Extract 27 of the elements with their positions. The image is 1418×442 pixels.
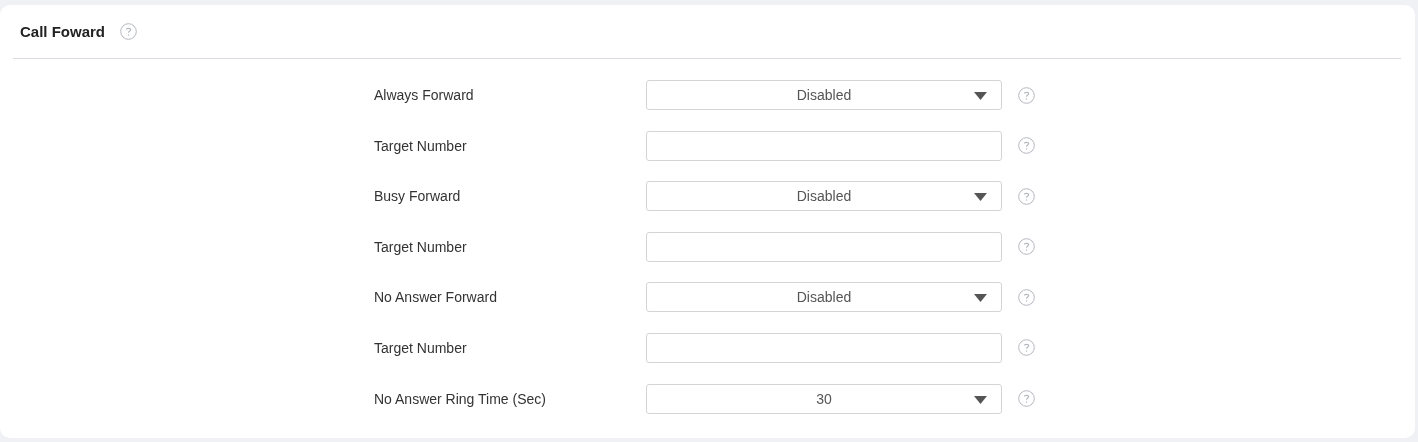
input-field[interactable]	[646, 231, 1002, 262]
help-icon[interactable]	[1018, 238, 1035, 256]
dropdown[interactable]: Disabled	[646, 181, 1002, 212]
caret-icon	[974, 395, 987, 404]
field-label: Target Number	[374, 137, 468, 154]
field-label: Busy Forward	[374, 188, 462, 205]
caret-icon	[974, 294, 987, 303]
field-label: Target Number	[374, 238, 468, 255]
field-label: Target Number	[374, 339, 468, 356]
caret-icon	[974, 92, 987, 100]
help-icon[interactable]	[1018, 288, 1035, 306]
field-label: No Answer Ring Time (Sec)	[374, 390, 547, 407]
help-icon[interactable]	[1018, 137, 1035, 155]
input-field[interactable]	[646, 130, 1002, 161]
help-icon[interactable]	[120, 23, 137, 40]
dropdown[interactable]: Disabled	[646, 282, 1002, 313]
dropdown[interactable]: Disabled	[646, 80, 1002, 110]
help-icon[interactable]	[1018, 86, 1035, 104]
dropdown[interactable]: 30	[646, 383, 1002, 414]
help-icon[interactable]	[1018, 390, 1035, 408]
field-label: Always Forward	[374, 87, 475, 103]
caret-icon	[974, 193, 987, 202]
section-title: Call Foward	[20, 23, 105, 40]
help-icon[interactable]	[1018, 187, 1035, 205]
input-field[interactable]	[646, 332, 1002, 363]
help-icon[interactable]	[1018, 339, 1035, 357]
field-label: No Answer Forward	[374, 289, 498, 306]
